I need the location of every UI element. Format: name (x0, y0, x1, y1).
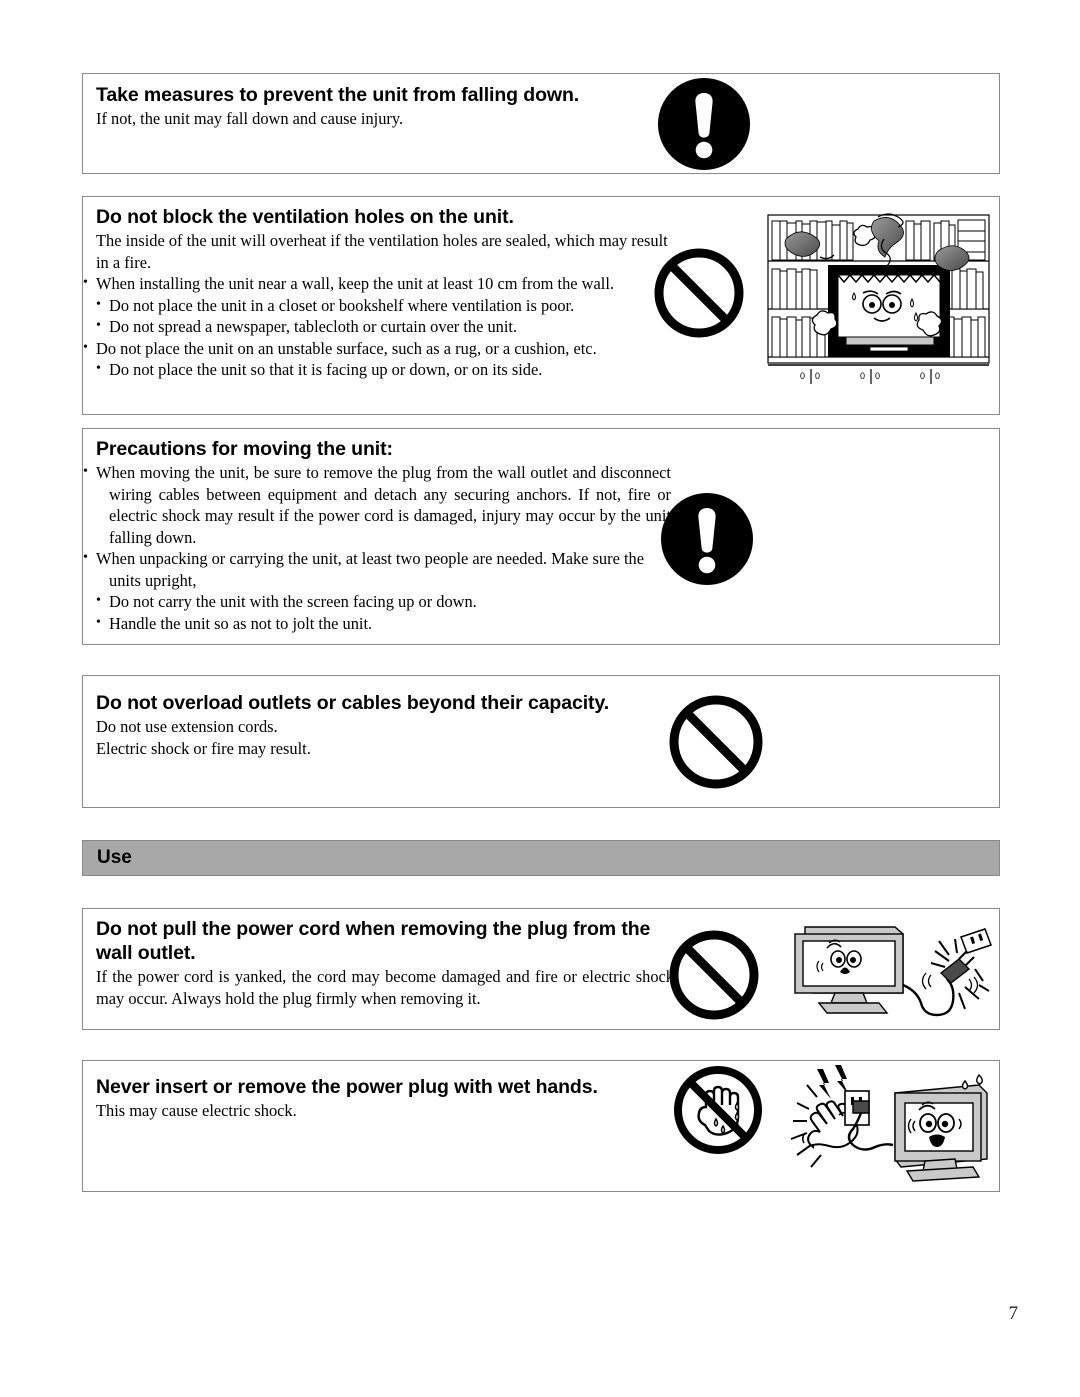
panel-falling-down: Take measures to prevent the unit from f… (82, 73, 1000, 174)
no-wet-hands-icon (671, 1063, 765, 1157)
section-bar-label: Use (97, 847, 132, 868)
prohibition-icon (668, 929, 760, 1021)
list-item: Do not carry the unit with the screen fa… (96, 590, 671, 613)
svg-text:0: 0 (800, 371, 805, 381)
panel-heading: Do not overload outlets or cables beyond… (96, 692, 610, 714)
panel-text-column: Never insert or remove the power plug wi… (96, 1075, 671, 1122)
wet-hand-electric-shock-illustration (783, 1063, 998, 1191)
svg-text:0: 0 (815, 371, 820, 381)
list-item: Do not place the unit in a closet or boo… (96, 294, 671, 317)
list-item: Do not spread a newspaper, tablecloth or… (96, 315, 671, 338)
prohibition-icon (653, 247, 745, 339)
panel-body-text: This may cause electric shock. (96, 1101, 297, 1120)
list-item: Do not place the unit on an unstable sur… (96, 338, 671, 360)
tv-in-bookshelf-overheating-illustration: 00 00 00 (766, 209, 991, 384)
svg-text:0: 0 (920, 371, 925, 381)
panel-heading: Do not pull the power cord when removing… (96, 918, 651, 964)
prohibition-icon (668, 694, 764, 790)
panel-body-text: The inside of the unit will overheat if … (96, 231, 668, 272)
panel-moving-the-unit: Precautions for moving the unit: When mo… (82, 428, 1000, 645)
list-item: When unpacking or carrying the unit, at … (96, 548, 671, 591)
svg-text:0: 0 (860, 371, 865, 381)
panel-text-column: Do not pull the power cord when removing… (96, 917, 674, 1009)
panel-ventilation-holes: Do not block the ventilation holes on th… (82, 196, 1000, 415)
panel-heading: Precautions for moving the unit: (96, 438, 393, 460)
panel-overload-outlets: Do not overload outlets or cables beyond… (82, 675, 1000, 808)
list-item: When installing the unit near a wall, ke… (96, 273, 671, 295)
panel-power-cord-pull: Do not pull the power cord when removing… (82, 908, 1000, 1030)
panel-bullet-list: When moving the unit, be sure to remove … (96, 462, 671, 634)
panel-text-column: Take measures to prevent the unit from f… (96, 83, 671, 130)
panel-body-text: If the power cord is yanked, the cord ma… (96, 967, 674, 1008)
panel-wet-hands: Never insert or remove the power plug wi… (82, 1060, 1000, 1192)
list-item: Handle the unit so as not to jolt the un… (96, 612, 671, 635)
panel-bullet-list: When installing the unit near a wall, ke… (96, 273, 671, 381)
panel-heading: Take measures to prevent the unit from f… (96, 84, 580, 106)
list-item: Do not place the unit so that it is faci… (96, 358, 671, 381)
tv-with-yanked-power-cord-illustration (783, 915, 993, 1027)
panel-body-line-2: Electric shock or fire may result. (96, 738, 311, 758)
list-item: When moving the unit, be sure to remove … (96, 462, 671, 548)
panel-text-column: Do not overload outlets or cables beyond… (96, 691, 656, 759)
section-bar-use: Use (82, 840, 1000, 876)
panel-text-column: Precautions for moving the unit: When mo… (96, 437, 671, 634)
panel-body-text: If not, the unit may fall down and cause… (96, 109, 404, 128)
page-number: 7 (1008, 1303, 1019, 1324)
manual-page: Take measures to prevent the unit from f… (0, 0, 1080, 1397)
panel-heading: Do not block the ventilation holes on th… (96, 206, 514, 228)
exclamation-circle-icon (659, 491, 755, 587)
svg-text:0: 0 (935, 371, 940, 381)
panel-body-line-1: Do not use extension cords. (96, 717, 278, 736)
panel-text-column: Do not block the ventilation holes on th… (96, 205, 671, 381)
svg-text:0: 0 (875, 371, 880, 381)
exclamation-circle-icon (656, 76, 752, 172)
panel-heading: Never insert or remove the power plug wi… (96, 1076, 598, 1098)
